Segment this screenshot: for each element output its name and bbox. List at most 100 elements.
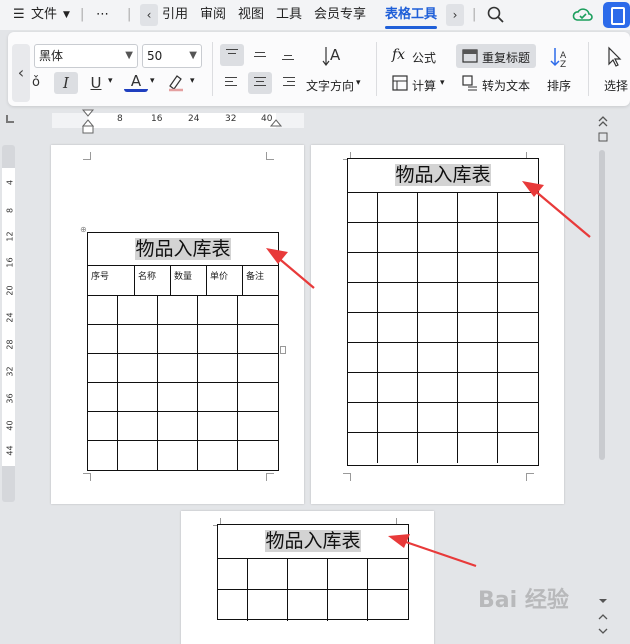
align-center-icon[interactable] (248, 72, 272, 94)
table-cell[interactable] (458, 403, 498, 432)
table-cell[interactable] (378, 223, 418, 252)
align-left-icon[interactable] (220, 72, 244, 94)
table-cell[interactable] (418, 223, 458, 252)
table-cell[interactable] (198, 354, 238, 382)
table-cell[interactable] (198, 441, 238, 470)
scroll-up-icon[interactable] (597, 115, 609, 129)
table-cell[interactable] (348, 433, 378, 463)
table-cell[interactable] (458, 433, 498, 463)
table-cell[interactable] (458, 313, 498, 342)
table-cell[interactable] (418, 433, 458, 463)
table-cell[interactable] (498, 373, 538, 402)
table-cell[interactable] (418, 373, 458, 402)
table-cell[interactable] (238, 383, 278, 411)
table-cell[interactable] (198, 296, 238, 324)
highlight-icon[interactable] (166, 72, 186, 92)
scroll-right-icon[interactable]: › (446, 4, 464, 26)
table-cell[interactable] (118, 354, 158, 382)
menu-view[interactable]: 视图 (238, 5, 264, 25)
table-cell[interactable] (348, 343, 378, 372)
table-cell[interactable] (88, 296, 118, 324)
table-cell[interactable] (378, 193, 418, 222)
table-cell[interactable] (88, 354, 118, 382)
chevron-down-icon[interactable]: ▾ (190, 76, 195, 86)
menu-member[interactable]: 会员专享 (314, 5, 366, 25)
menu-references[interactable]: 引用 (162, 5, 188, 25)
scroll-down-icon[interactable] (598, 596, 608, 606)
table-cell[interactable] (418, 253, 458, 282)
select-button[interactable]: 选择 (604, 77, 628, 94)
align-middle-icon[interactable] (248, 44, 272, 66)
font-color-button[interactable]: A (124, 70, 148, 92)
table-cell[interactable] (378, 403, 418, 432)
table-body-grid[interactable] (218, 525, 408, 621)
vertical-scrollbar[interactable] (599, 150, 605, 460)
table-cell[interactable] (218, 559, 248, 589)
table-cell[interactable] (88, 325, 118, 353)
table-cell[interactable] (348, 313, 378, 342)
table-cell[interactable] (458, 373, 498, 402)
table-cell[interactable] (348, 193, 378, 222)
ribbon-collapse-icon[interactable]: ‹ (12, 44, 30, 102)
share-button[interactable] (603, 2, 630, 28)
cloud-sync-icon[interactable] (572, 5, 594, 25)
table-body-grid[interactable] (88, 233, 278, 470)
sort-button[interactable]: 排序 (547, 77, 571, 94)
table-page-3[interactable]: 物品入库表 (217, 524, 409, 621)
table-cell[interactable] (328, 559, 368, 589)
table-cell[interactable] (498, 433, 538, 463)
bold-icon[interactable]: ǒ (31, 72, 41, 94)
more-menu[interactable]: ⋯ (96, 5, 109, 25)
table-cell[interactable] (238, 412, 278, 440)
cursor-select-icon[interactable] (606, 46, 624, 68)
calculate-icon[interactable] (392, 75, 408, 91)
table-cell[interactable] (378, 343, 418, 372)
convert-to-text-button[interactable]: 转为文本 (482, 77, 530, 94)
chevron-down-icon[interactable]: ▾ (150, 76, 155, 86)
prev-page-icon[interactable] (598, 612, 608, 622)
table-cell[interactable] (118, 441, 158, 470)
table-cell[interactable] (328, 590, 368, 621)
table-cell[interactable] (458, 283, 498, 312)
ruler-corner-icon[interactable] (6, 115, 14, 123)
table-cell[interactable] (158, 354, 198, 382)
table-cell[interactable] (378, 373, 418, 402)
table-cell[interactable] (498, 313, 538, 342)
text-direction-button[interactable]: 文字方向 (306, 77, 354, 94)
table-cell[interactable] (118, 325, 158, 353)
hamburger-icon[interactable]: ☰ (13, 5, 25, 25)
align-right-icon[interactable] (276, 72, 300, 94)
table-cell[interactable] (118, 296, 158, 324)
table-cell[interactable] (498, 343, 538, 372)
formula-button[interactable]: 公式 (412, 49, 436, 66)
table-cell[interactable] (158, 383, 198, 411)
table-cell[interactable] (288, 559, 328, 589)
table-cell[interactable] (498, 283, 538, 312)
align-top-icon[interactable] (220, 44, 244, 66)
convert-to-text-icon[interactable] (462, 75, 478, 91)
table-cell[interactable] (418, 283, 458, 312)
table-cell[interactable] (238, 441, 278, 470)
chevron-down-icon[interactable]: ▾ (356, 78, 361, 88)
menu-review[interactable]: 审阅 (200, 5, 226, 25)
table-cell[interactable] (458, 253, 498, 282)
table-cell[interactable] (158, 441, 198, 470)
table-cell[interactable] (498, 403, 538, 432)
italic-button[interactable]: I (54, 72, 78, 94)
table-cell[interactable] (218, 590, 248, 621)
table-cell[interactable] (458, 223, 498, 252)
table-cell[interactable] (198, 412, 238, 440)
table-cell[interactable] (378, 313, 418, 342)
table-cell[interactable] (248, 559, 288, 589)
table-page-1[interactable]: 物品入库表 序号 名称 数量 单价 备注 (87, 232, 279, 471)
table-cell[interactable] (158, 412, 198, 440)
menu-tools[interactable]: 工具 (276, 5, 302, 25)
table-cell[interactable] (348, 403, 378, 432)
table-cell[interactable] (378, 283, 418, 312)
search-icon[interactable] (487, 6, 505, 24)
table-cell[interactable] (348, 373, 378, 402)
chevron-down-icon[interactable]: ▾ (108, 76, 113, 86)
table-body-grid[interactable] (348, 159, 538, 465)
table-cell[interactable] (418, 403, 458, 432)
font-name-select[interactable]: 黑体 ▼ (34, 44, 138, 68)
